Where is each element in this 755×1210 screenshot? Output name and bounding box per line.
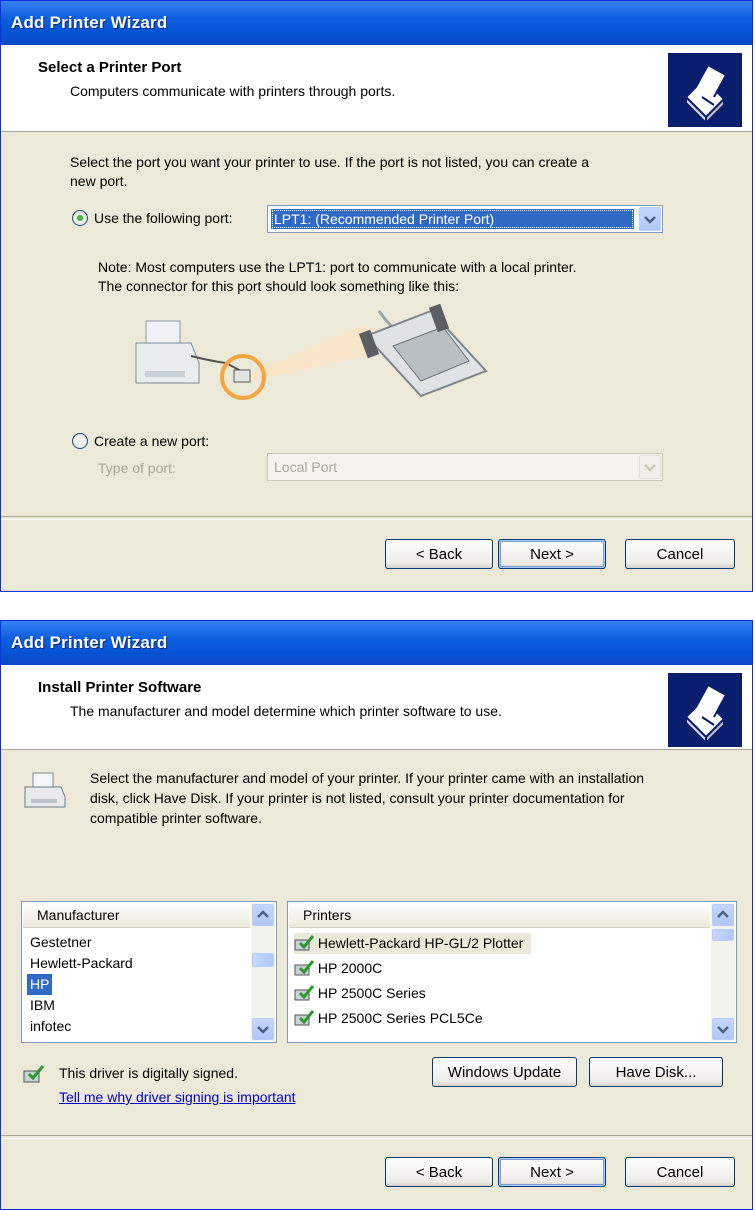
intro-text-line1: Select the manufacturer and model of you… (90, 770, 645, 786)
scroll-down-icon[interactable] (712, 1018, 734, 1040)
scroll-up-icon[interactable] (712, 904, 734, 926)
printers-header[interactable]: Printers (289, 903, 710, 928)
printer-name: Hewlett-Packard HP-GL/2 Plotter (317, 935, 524, 951)
have-disk-button[interactable]: Have Disk... (589, 1057, 723, 1087)
intro-text-line1: Select the port you want your printer to… (70, 154, 590, 170)
next-button[interactable]: Next > (498, 1157, 606, 1187)
driver-signed-text: This driver is digitally signed. (59, 1065, 238, 1081)
signed-driver-icon (294, 985, 315, 1001)
list-item[interactable]: HP 2500C Series PCL5Ce (294, 1008, 483, 1029)
header-subtitle: Computers communicate with printers thro… (70, 83, 396, 99)
connector-illustration (131, 301, 501, 411)
driver-signing-link[interactable]: Tell me why driver signing is important (59, 1089, 296, 1105)
list-item[interactable]: Hewlett-Packard HP-GL/2 Plotter (294, 933, 532, 954)
manufacturer-scrollbar[interactable] (251, 903, 275, 1041)
intro-text-line2: disk, click Have Disk. If your printer i… (90, 790, 625, 806)
signed-driver-icon (23, 1064, 45, 1084)
printer-illustration (135, 320, 242, 384)
wizard-header: Select a Printer Port Computers communic… (1, 45, 752, 132)
cancel-button[interactable]: Cancel (625, 539, 735, 569)
wizard-header: Install Printer Software The manufacture… (1, 665, 752, 750)
signed-driver-icon (294, 1010, 315, 1026)
header-title: Select a Printer Port (38, 59, 182, 76)
list-item[interactable]: HP 2000C (294, 958, 382, 979)
title-bar: Add Printer Wizard (1, 1, 752, 45)
footer-separator (1, 516, 752, 520)
next-button[interactable]: Next > (498, 539, 606, 569)
note-text-line1: Note: Most computers use the LPT1: port … (98, 259, 577, 275)
list-item-selected[interactable]: HP (27, 974, 53, 995)
scroll-down-icon[interactable] (252, 1018, 274, 1040)
header-title: Install Printer Software (38, 679, 202, 696)
signed-driver-icon (294, 960, 315, 976)
intro-text-line3: compatible printer software. (90, 810, 262, 826)
printers-list[interactable]: Printers Hewlett-Packard HP-GL/2 Plotter… (287, 901, 737, 1043)
list-item[interactable]: HP 2500C Series (294, 983, 426, 1004)
printer-wizard-icon (668, 673, 742, 747)
printer-name: HP 2000C (317, 960, 383, 976)
printer-name: HP 2500C Series PCL5Ce (317, 1010, 483, 1026)
parallel-connector-illustration (358, 303, 488, 398)
title-bar: Add Printer Wizard (1, 621, 752, 665)
back-button[interactable]: < Back (385, 539, 493, 569)
list-item[interactable]: IBM (30, 995, 55, 1016)
create-new-port-radio[interactable] (72, 433, 88, 449)
header-subtitle: The manufacturer and model determine whi… (70, 703, 502, 719)
scroll-thumb[interactable] (712, 929, 734, 941)
manufacturer-header[interactable]: Manufacturer (23, 903, 250, 928)
create-new-port-label[interactable]: Create a new port: (94, 432, 209, 450)
note-text-line2: The connector for this port should look … (98, 278, 460, 294)
printers-scrollbar[interactable] (711, 903, 735, 1041)
scroll-thumb[interactable] (252, 953, 274, 967)
footer-separator (1, 1135, 752, 1139)
list-item[interactable]: Gestetner (30, 932, 91, 953)
port-selected-value: LPT1: (Recommended Printer Port) (271, 209, 634, 229)
intro-text-line2: new port. (70, 173, 128, 189)
cancel-button[interactable]: Cancel (625, 1157, 735, 1187)
scroll-up-icon[interactable] (252, 904, 274, 926)
combo-arrow-icon[interactable] (639, 455, 661, 479)
add-printer-wizard-select-port: Add Printer Wizard Select a Printer Port… (0, 0, 753, 592)
list-item[interactable]: Hewlett-Packard (30, 953, 133, 974)
manufacturer-list[interactable]: Manufacturer Gestetner Hewlett-Packard H… (21, 901, 277, 1043)
use-following-port-label[interactable]: Use the following port: (94, 209, 233, 227)
printer-wizard-icon (668, 53, 742, 127)
type-of-port-label: Type of port: (98, 460, 176, 476)
combo-arrow-icon[interactable] (639, 207, 661, 231)
use-following-port-radio[interactable] (72, 210, 88, 226)
windows-update-button[interactable]: Windows Update (432, 1057, 577, 1087)
signed-driver-icon (294, 935, 315, 951)
type-of-port-select[interactable]: Local Port (267, 453, 663, 481)
printer-name: HP 2500C Series (317, 985, 426, 1001)
back-button[interactable]: < Back (385, 1157, 493, 1187)
printer-icon (21, 769, 67, 815)
type-of-port-value: Local Port (274, 459, 338, 475)
add-printer-wizard-install-software: Add Printer Wizard Install Printer Softw… (0, 620, 753, 1210)
port-select[interactable]: LPT1: (Recommended Printer Port) (267, 205, 663, 233)
list-item[interactable]: infotec (30, 1016, 71, 1037)
